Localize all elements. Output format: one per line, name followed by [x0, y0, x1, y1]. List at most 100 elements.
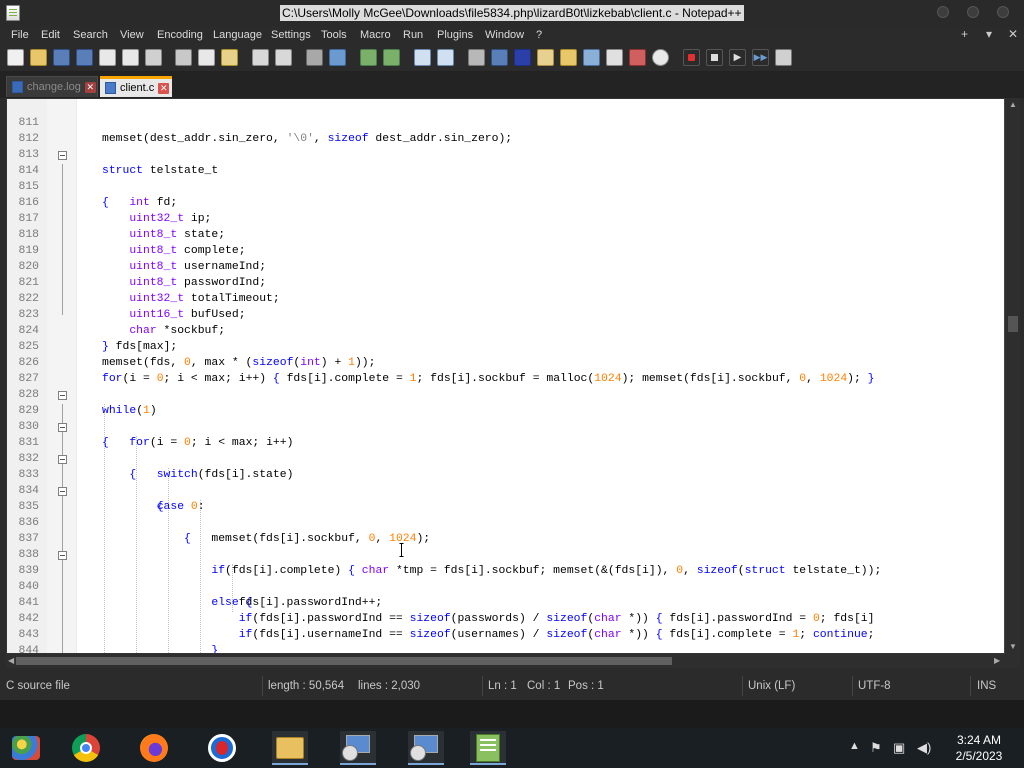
- folder-workspace-icon[interactable]: [606, 49, 623, 66]
- show-all-chars-icon[interactable]: [491, 49, 508, 66]
- tab-client-c[interactable]: client.c ✕: [100, 76, 172, 97]
- indent-guide-icon[interactable]: [514, 49, 531, 66]
- fold-toggle-icon[interactable]: [58, 455, 67, 464]
- title-bar: C:\Users\Molly McGee\Downloads\file5834.…: [0, 0, 1024, 26]
- sync-vertical-icon[interactable]: [414, 49, 431, 66]
- function-list-icon[interactable]: [583, 49, 600, 66]
- menu-run[interactable]: Run: [403, 28, 423, 42]
- monitoring-icon[interactable]: [629, 49, 646, 66]
- tab-list-dropdown-icon[interactable]: ▾: [986, 27, 992, 41]
- menu-encoding[interactable]: Encoding: [157, 28, 203, 42]
- system-clock[interactable]: 3:24 AM 2/5/2023: [946, 732, 1012, 764]
- save-all-icon[interactable]: [76, 49, 93, 66]
- menu-view[interactable]: View: [120, 28, 144, 42]
- eye-icon[interactable]: [652, 49, 669, 66]
- notepadpp-taskbar-icon[interactable]: [470, 731, 506, 765]
- code-editor[interactable]: 811 memset(dest_addr.sin_zero, '\0', siz…: [6, 98, 1020, 654]
- copy-icon[interactable]: [198, 49, 215, 66]
- code-line: 814 {: [7, 147, 1007, 209]
- close-document-icon[interactable]: ✕: [1008, 27, 1018, 41]
- close-all-icon[interactable]: [122, 49, 139, 66]
- menu-file[interactable]: File: [11, 28, 29, 42]
- save-macro-icon[interactable]: [775, 49, 792, 66]
- notepadpp-window: C:\Users\Molly McGee\Downloads\file5834.…: [0, 0, 1024, 768]
- play-macro-icon[interactable]: ▶: [729, 49, 746, 66]
- file-icon: [12, 81, 23, 93]
- fold-toggle-icon[interactable]: [58, 551, 67, 560]
- menu-search[interactable]: Search: [73, 28, 108, 42]
- taskbar: ▲ ⚑ ▣ ◀) 3:24 AM 2/5/2023: [0, 728, 1024, 768]
- menu-macro[interactable]: Macro: [360, 28, 391, 42]
- network-icon[interactable]: ▣: [893, 740, 905, 756]
- menu-language[interactable]: Language: [213, 28, 262, 42]
- code-line: 832 switch(fds[i].state): [7, 435, 1007, 481]
- new-tab-plus-icon[interactable]: +: [961, 27, 968, 41]
- show-hidden-icons-icon[interactable]: ▲: [849, 740, 860, 752]
- horizontal-scrollbar[interactable]: ◀ ▶: [6, 654, 1020, 668]
- fold-toggle-icon[interactable]: [58, 423, 67, 432]
- fold-toggle-icon[interactable]: [58, 151, 67, 160]
- stop-macro-icon[interactable]: [706, 49, 723, 66]
- close-icon[interactable]: [99, 49, 116, 66]
- scroll-down-icon[interactable]: ▼: [1009, 642, 1017, 651]
- windows-start-icon[interactable]: [8, 731, 44, 765]
- network-app-icon[interactable]: [408, 731, 444, 765]
- doc-map-icon[interactable]: [560, 49, 577, 66]
- line-ending-format[interactable]: Unix (LF): [748, 679, 795, 693]
- menu-plugins[interactable]: Plugins: [437, 28, 473, 42]
- code-line: 819 uint8_t usernameInd;: [7, 227, 1007, 273]
- record-macro-icon[interactable]: [683, 49, 700, 66]
- undo-icon[interactable]: [252, 49, 269, 66]
- code-line: 828 while(1): [7, 371, 1007, 417]
- flag-icon[interactable]: ⚑: [870, 740, 882, 756]
- menu-window[interactable]: Window: [485, 28, 524, 42]
- print-icon[interactable]: [145, 49, 162, 66]
- save-icon[interactable]: [53, 49, 70, 66]
- notepadpp-app-icon[interactable]: [6, 5, 20, 21]
- tab-close-icon[interactable]: ✕: [84, 81, 96, 93]
- scroll-up-icon[interactable]: ▲: [1009, 100, 1017, 109]
- firefox-icon[interactable]: [136, 731, 172, 765]
- language-icon[interactable]: [537, 49, 554, 66]
- fold-toggle-icon[interactable]: [58, 487, 67, 496]
- tab-close-icon[interactable]: ✕: [158, 82, 170, 94]
- open-file-icon[interactable]: [30, 49, 47, 66]
- encoding-label[interactable]: UTF-8: [858, 679, 891, 693]
- file-explorer-icon[interactable]: [272, 731, 308, 765]
- redo-icon[interactable]: [275, 49, 292, 66]
- scroll-right-icon[interactable]: ▶: [994, 656, 1000, 665]
- replace-icon[interactable]: [329, 49, 346, 66]
- paste-icon[interactable]: [221, 49, 238, 66]
- sync-horizontal-icon[interactable]: [437, 49, 454, 66]
- vertical-scroll-thumb[interactable]: [1008, 316, 1018, 332]
- vertical-scrollbar[interactable]: ▲ ▼: [1004, 98, 1020, 654]
- find-icon[interactable]: [306, 49, 323, 66]
- chrome-icon[interactable]: [68, 731, 104, 765]
- opera-icon[interactable]: [204, 731, 240, 765]
- play-multiple-macro-icon[interactable]: ▶▶: [752, 49, 769, 66]
- code-line: 825 memset(fds, 0, max * (sizeof(int) + …: [7, 323, 1007, 369]
- zoom-in-icon[interactable]: [360, 49, 377, 66]
- insert-mode-label[interactable]: INS: [977, 679, 996, 693]
- new-file-icon[interactable]: [7, 49, 24, 66]
- code-line: 827: [7, 355, 1007, 385]
- close-window-button[interactable]: [997, 6, 1009, 18]
- tab-change-log[interactable]: change.log ✕: [6, 76, 98, 97]
- maximize-button[interactable]: [967, 6, 979, 18]
- file-type-label: C source file: [6, 680, 70, 692]
- scroll-left-icon[interactable]: ◀: [8, 656, 14, 665]
- network-app-icon[interactable]: [340, 731, 376, 765]
- minimize-button[interactable]: [937, 6, 949, 18]
- code-line: 811 memset(dest_addr.sin_zero, '\0', siz…: [7, 99, 1007, 145]
- word-wrap-icon[interactable]: [468, 49, 485, 66]
- tab-label: change.log: [27, 81, 81, 93]
- fold-toggle-icon[interactable]: [58, 391, 67, 400]
- menu-settings[interactable]: Settings: [271, 28, 311, 42]
- zoom-out-icon[interactable]: [383, 49, 400, 66]
- menu-help[interactable]: ?: [536, 28, 542, 42]
- horizontal-scroll-thumb[interactable]: [16, 657, 672, 665]
- menu-edit[interactable]: Edit: [41, 28, 60, 42]
- volume-icon[interactable]: ◀): [917, 740, 931, 756]
- menu-tools[interactable]: Tools: [321, 28, 347, 42]
- cut-icon[interactable]: [175, 49, 192, 66]
